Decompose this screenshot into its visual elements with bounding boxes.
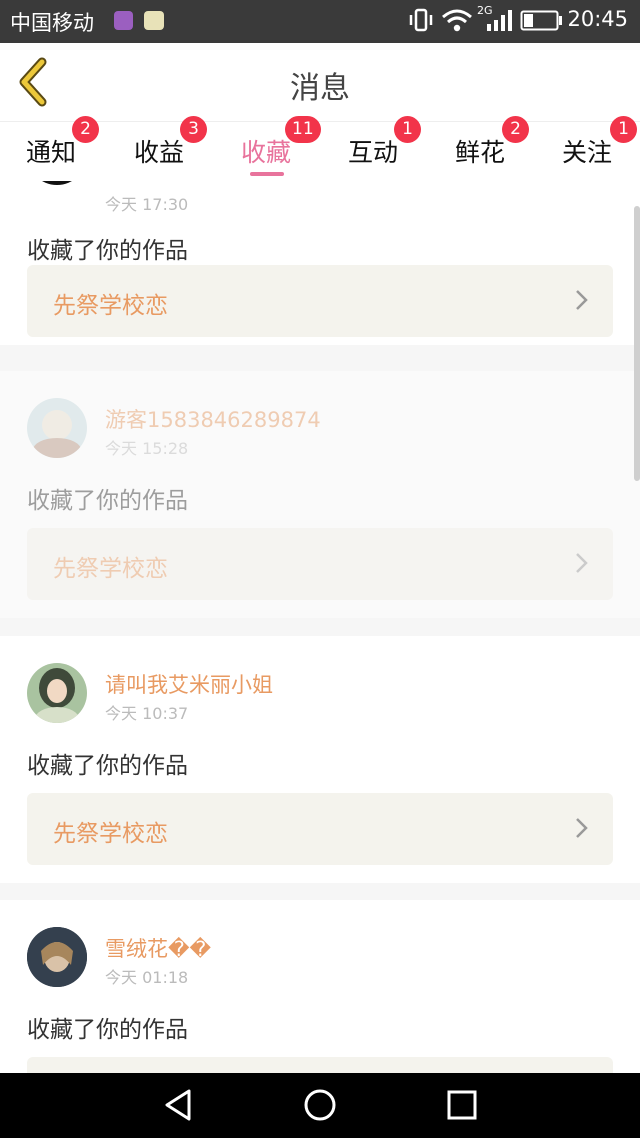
system-nav-bar [0,1073,640,1138]
avatar-image [27,927,87,987]
item-time: 今天 15:28 [105,439,189,458]
chevron-right-icon [576,818,588,838]
work-title: 先祭学校恋 [53,293,168,319]
avatar-image [35,668,79,723]
tab-badge: 3 [180,116,207,143]
carrier-label: 中国移动 [10,11,94,35]
item-action: 收藏了你的作品 [27,1017,188,1043]
wifi-icon [442,9,472,32]
avatar[interactable] [27,181,87,185]
app-header: 消息 [0,43,640,121]
page-title: 消息 [290,71,350,106]
item-time: 今天 01:18 [105,968,189,987]
tab-follows[interactable]: 关注 1 [535,116,640,182]
battery-icon [520,10,562,31]
signal-icon [487,10,512,31]
tab-notice[interactable]: 通知 2 [0,116,107,182]
message-tabs: 通知 2 收益 3 收藏 11 互动 1 鲜花 2 关注 1 [0,116,640,182]
recent-apps-square-icon[interactable] [444,1087,480,1123]
work-link[interactable]: 先祭学校恋 [27,528,613,600]
tab-label: 收益 [134,138,185,167]
avatar[interactable] [27,398,87,458]
tab-flowers[interactable]: 鲜花 2 [428,116,535,182]
status-bar: 中国移动 2G 20:45 [0,0,640,43]
tab-badge: 2 [502,116,529,143]
work-title: 先祭学校恋 [53,556,168,582]
gallery-notification-icon [114,11,133,30]
tab-label: 关注 [562,138,613,167]
item-time: 今天 17:30 [105,195,189,214]
item-action: 收藏了你的作品 [27,753,188,779]
list-item[interactable]: 游客1583846289874 今天 15:28 收藏了你的作品 先祭学校恋 [0,371,640,618]
user-name[interactable]: 游客1583846289874 [105,404,321,434]
back-triangle-icon[interactable] [160,1087,196,1123]
avatar-image [33,410,81,458]
list-item[interactable]: 请叫我艾米丽小姐 今天 10:37 收藏了你的作品 先祭学校恋 [0,636,640,883]
list-item[interactable]: 今天 17:30 收藏了你的作品 先祭学校恋 [0,181,640,345]
tab-badge: 2 [72,116,99,143]
work-link[interactable]: 先祭学校恋 [27,265,613,337]
home-circle-icon[interactable] [302,1087,338,1123]
user-name[interactable]: 雪绒花�� [105,933,211,963]
tab-label: 互动 [348,138,399,167]
tab-favorites[interactable]: 收藏 11 [214,116,321,182]
list-item[interactable]: 雪绒花�� 今天 01:18 收藏了你的作品 [0,900,640,1073]
tab-label: 通知 [26,138,77,167]
work-title: 先祭学校恋 [53,821,168,847]
chevron-right-icon [576,290,588,310]
item-action: 收藏了你的作品 [27,488,188,514]
avatar[interactable] [27,663,87,723]
tab-label: 鲜花 [455,138,506,167]
chevron-right-icon [576,553,588,573]
user-name[interactable]: 请叫我艾米丽小姐 [105,669,273,699]
work-link[interactable]: 先祭学校恋 [27,793,613,865]
tab-badge: 11 [285,116,321,143]
tab-badge: 1 [610,116,637,143]
work-link[interactable] [27,1057,613,1073]
wechat-notification-icon [144,11,164,30]
scrollbar[interactable] [634,206,640,481]
favorites-list[interactable]: 今天 17:30 收藏了你的作品 先祭学校恋 游客1583846289874 今… [0,181,640,1073]
item-action: 收藏了你的作品 [27,238,188,264]
tab-label: 收藏 [241,138,292,167]
tab-earnings[interactable]: 收益 3 [107,116,214,182]
tab-badge: 1 [394,116,421,143]
avatar[interactable] [27,927,87,987]
tab-interactions[interactable]: 互动 1 [321,116,428,182]
clock-label: 20:45 [567,7,628,31]
item-time: 今天 10:37 [105,704,189,723]
active-tab-indicator [250,172,284,176]
vibrate-icon [409,8,433,32]
